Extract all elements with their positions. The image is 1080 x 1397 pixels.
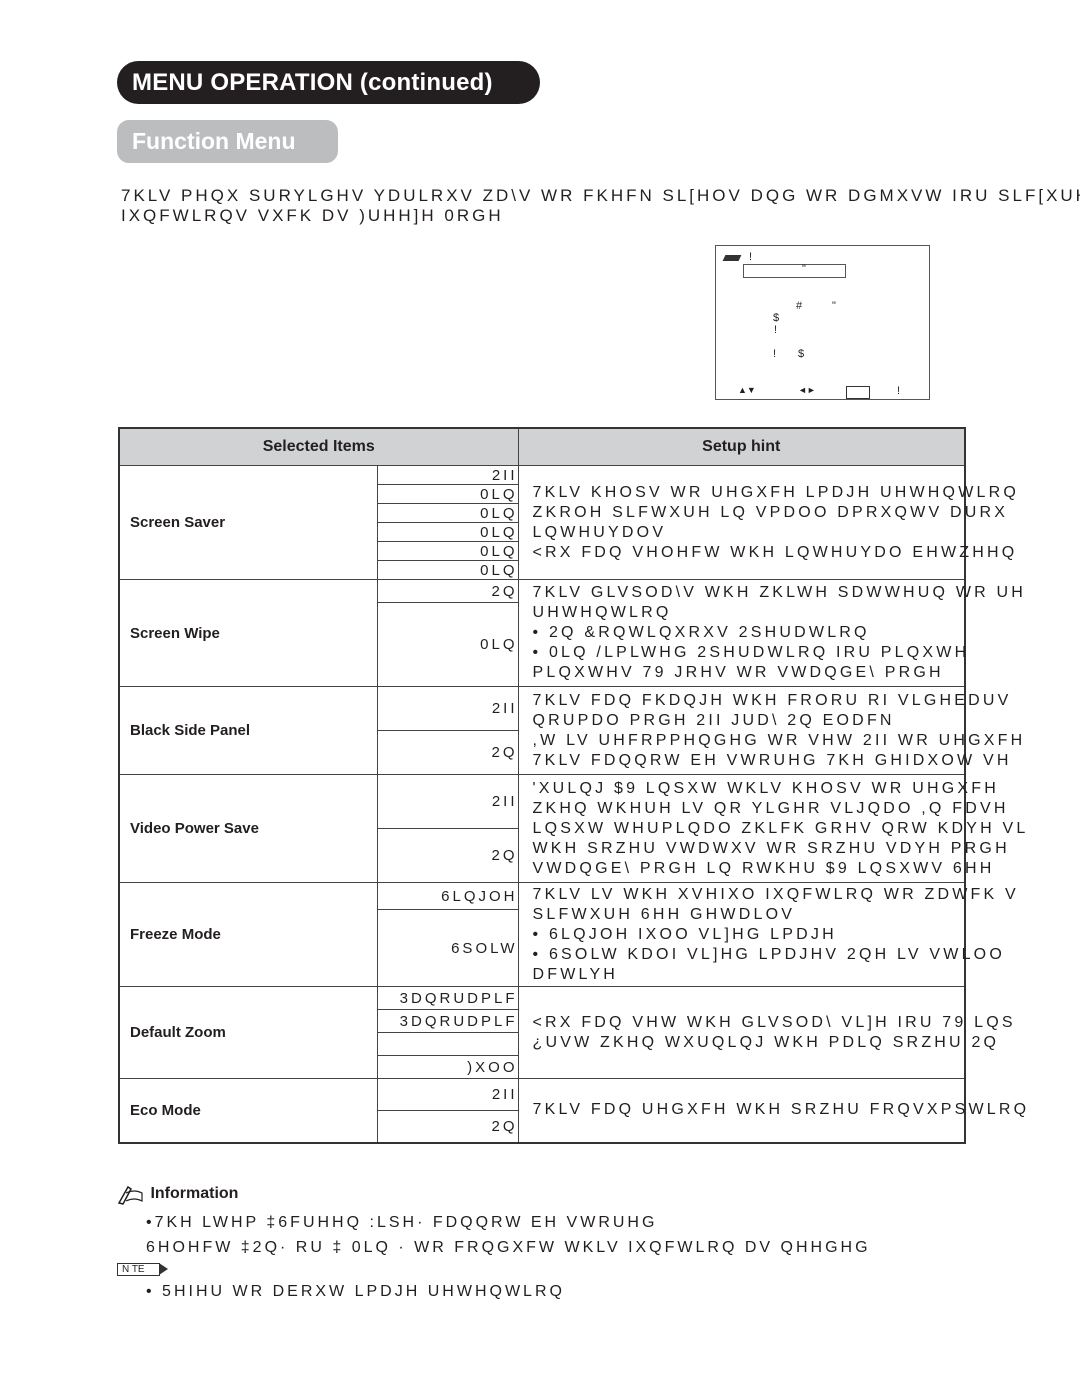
hint-line: • 2Q &RQWLQXRXV 2SHUDWLRQ — [532, 624, 870, 641]
osd-glyph: " — [802, 263, 806, 275]
hint-line: 7KLV FDQ FKDQJH WKH FRORU RI VLGHEDUV — [532, 691, 1012, 709]
option: 6SOLW — [376, 909, 519, 987]
option — [376, 1032, 519, 1056]
item-screen-saver: Screen Saver — [118, 465, 378, 580]
option: 2Q — [376, 828, 519, 883]
item-default-zoom: Default Zoom — [118, 986, 378, 1079]
hint-line: VWDQGE\ PRGH LQ RWKHU $9 LQSXWV 6HH — [532, 859, 995, 877]
folder-icon — [722, 255, 742, 261]
option: 0LQ — [376, 522, 519, 542]
information-heading: Information — [116, 1183, 238, 1205]
information-text: •7KH LWHP ‡6FUHHQ :LSH· FDQQRW EH VWRUHG… — [146, 1210, 871, 1260]
osd-glyph: ! — [773, 348, 777, 360]
option: 2Q — [376, 579, 519, 603]
subsection-title: Function Menu — [117, 120, 338, 163]
item-eco-mode: Eco Mode — [118, 1078, 378, 1143]
hint-freeze-mode: 7KLV LV WKH XVHIXO IXQFWLRQ WR ZDWFK V S… — [517, 882, 1019, 987]
intro-line: 7KLV PHQX SURYLGHV YDULRXV ZD\V WR FKHFN… — [121, 186, 1080, 205]
hint-line: UHWHQWLRQ — [532, 604, 672, 621]
updown-arrows-icon: ▲▼ — [738, 385, 756, 395]
osd-glyph: $ — [773, 312, 780, 324]
hint-line: • 6SOLW KDOI VL]HG LPDJHV 2QH LV VWLOO — [532, 945, 1005, 963]
hint-line: LQWHUYDOV — [532, 523, 667, 541]
option: 3DQRUDPLF — [376, 1009, 519, 1033]
option: 0LQ — [376, 484, 519, 504]
pen-icon — [117, 1185, 143, 1205]
hint-screen-wipe: 7KLV GLVSOD\V WKH ZKLWH SDWWHUQ WR UH UH… — [517, 579, 1027, 687]
hint-line: PLQXWHV 79 JRHV WR VWDQGE\ PRGH — [532, 664, 944, 681]
header-selected-items: Selected Items — [118, 427, 519, 466]
leftright-arrows-icon: ◄► — [798, 385, 816, 395]
hint-line: ZKROH SLFWXUH LQ VPDOO DPRXQWV DURX — [532, 503, 1009, 521]
hint-line: 7KLV FDQQRW EH VWRUHG 7KH GHIDXOW VH — [532, 751, 1012, 769]
osd-glyph: # — [796, 300, 803, 312]
hint-line: QRUPDO PRGH 2II JUD\ 2Q EODFN — [532, 711, 895, 729]
item-freeze-mode: Freeze Mode — [118, 882, 378, 987]
osd-glyph: ! — [897, 385, 901, 397]
osd-glyph: ! — [749, 251, 753, 263]
hint-black-side-panel: 7KLV FDQ FKDQJH WKH FRORU RI VLGHEDUV QR… — [517, 686, 1026, 775]
osd-glyph: $ — [798, 348, 805, 360]
hint-line: ¿UVW ZKHQ WXUQLQJ WKH PDLQ SRZHU 2Q — [532, 1033, 1000, 1051]
hint-video-power-save: 'XULQJ $9 LQSXW WKLV KHOSV WR UHGXFH ZKH… — [517, 774, 1029, 883]
item-video-power-save: Video Power Save — [118, 774, 378, 883]
hint-line: LQSXW WHUPLQDO ZKLFK GRHV QRW KDYH VL — [532, 819, 1029, 837]
hint-line: • 0LQ /LPLWHG 2SHUDWLRQ IRU PLQXWH — [532, 644, 970, 661]
osd-glyph: " — [832, 300, 836, 312]
option: 2II — [376, 1078, 519, 1111]
hint-line: • 6LQJOH IXOO VL]HG LPDJH — [532, 925, 837, 943]
information-label: Information — [150, 1185, 239, 1203]
section-title: MENU OPERATION (continued) — [117, 61, 540, 104]
item-black-side-panel: Black Side Panel — [118, 686, 378, 775]
option: )XOO — [376, 1055, 519, 1079]
option: 0LQ — [376, 503, 519, 523]
return-key-icon — [846, 386, 870, 399]
function-menu-table: Selected Items Setup hint Screen Saver 2… — [118, 427, 1030, 1144]
osd-menu-preview: ! " # " $ ! ! $ ▲▼ ◄► ! — [715, 245, 930, 400]
option: 0LQ — [376, 560, 519, 580]
option: 2Q — [376, 730, 519, 775]
option: 2II — [376, 774, 519, 829]
hint-line: ,W LV UHFRPPHQGHG WR VHW 2II WR UHGXFH — [532, 731, 1026, 749]
hint-default-zoom: <RX FDQ VHW WKH GLVSOD\ VL]H IRU 79 LQS … — [517, 986, 1016, 1079]
information-line: 6HOHFW ‡2Q· RU ‡ 0LQ · WR FRQGXFW WKLV I… — [146, 1239, 871, 1256]
note-badge: N TE — [117, 1263, 168, 1276]
option: 2II — [376, 465, 519, 485]
option: 2Q — [376, 1110, 519, 1143]
hint-line: 7KLV FDQ UHGXFH WKH SRZHU FRQVXPSWLRQ — [532, 1101, 1030, 1119]
hint-line: 'XULQJ $9 LQSXW WKLV KHOSV WR UHGXFH — [532, 779, 999, 797]
hint-line: 7KLV GLVSOD\V WKH ZKLWH SDWWHUQ WR UH — [532, 584, 1027, 601]
hint-line: <RX FDQ VHW WKH GLVSOD\ VL]H IRU 79 LQS — [532, 1013, 1016, 1031]
option: 6LQJOH — [376, 882, 519, 910]
hint-line: ZKHQ WKHUH LV QR YLGHR VLJQDO ,Q FDVH — [532, 799, 1009, 817]
intro-paragraph: 7KLV PHQX SURYLGHV YDULRXV ZD\V WR FKHFN… — [121, 186, 1080, 226]
hint-line: WKH SRZHU VWDWXV WR SRZHU VDYH PRGH — [532, 839, 1010, 857]
osd-selected-bar: " — [743, 263, 846, 278]
item-screen-wipe: Screen Wipe — [118, 579, 378, 687]
hint-line: DFWLYH — [532, 965, 619, 983]
option: 2II — [376, 686, 519, 731]
option: 0LQ — [376, 602, 519, 687]
note-text: • 5HIHU WR DERXW LPDJH UHWHQWLRQ — [146, 1283, 565, 1300]
osd-glyph: ! — [774, 324, 778, 336]
hint-eco-mode: 7KLV FDQ UHGXFH WKH SRZHU FRQVXPSWLRQ — [517, 1078, 1030, 1143]
information-line: •7KH LWHP ‡6FUHHQ :LSH· FDQQRW EH VWRUHG — [146, 1214, 658, 1231]
header-setup-hint: Setup hint — [517, 427, 966, 466]
hint-screen-saver: 7KLV KHOSV WR UHGXFH LPDJH UHWHQWLRQ ZKR… — [517, 465, 1019, 580]
option: 0LQ — [376, 541, 519, 561]
option: 3DQRUDPLF — [376, 986, 519, 1010]
hint-line: 7KLV KHOSV WR UHGXFH LPDJH UHWHQWLRQ — [532, 483, 1019, 501]
hint-line: SLFWXUH 6HH GHWDLOV — [532, 905, 796, 923]
hint-line: <RX FDQ VHOHFW WKH LQWHUYDO EHWZHHQ — [532, 543, 1018, 561]
intro-line: IXQFWLRQV VXFK DV )UHH]H 0RGH — [121, 206, 504, 225]
hint-line: 7KLV LV WKH XVHIXO IXQFWLRQ WR ZDWFK V — [532, 885, 1019, 903]
